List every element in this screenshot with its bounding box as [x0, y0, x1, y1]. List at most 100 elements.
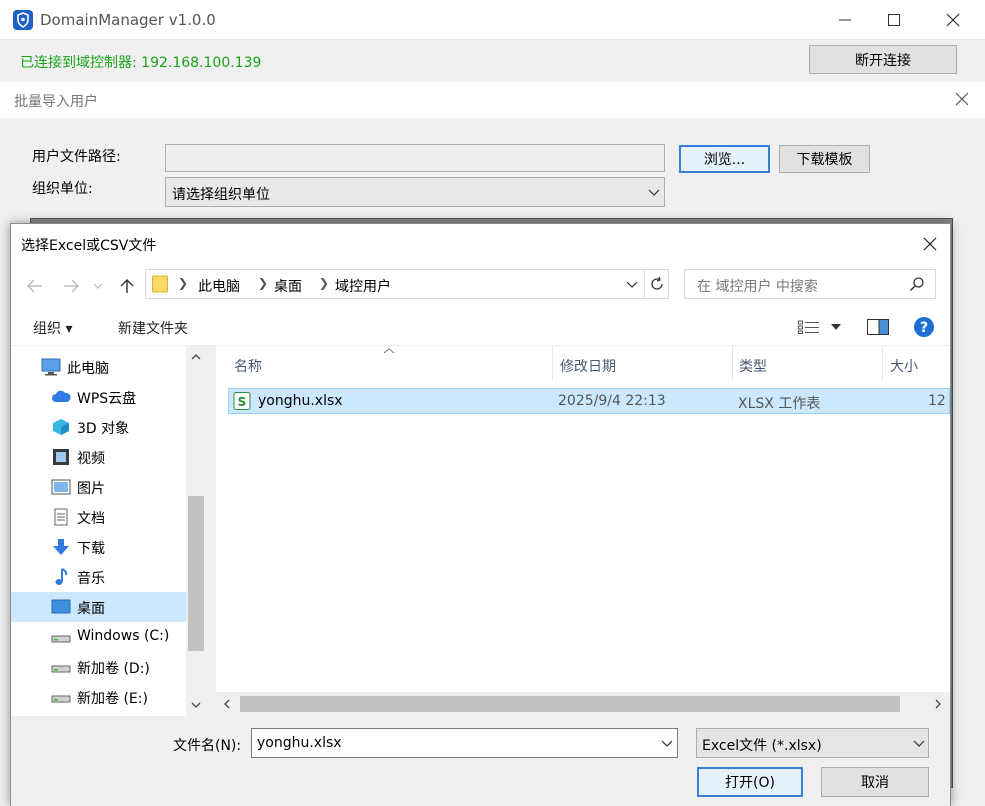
cancel-button[interactable]: 取消 [821, 767, 929, 797]
sidebar-item-label: WPS云盘 [77, 391, 137, 407]
chevron-down-icon[interactable] [831, 324, 841, 330]
recent-locations-button[interactable] [91, 276, 105, 296]
arrow-up-icon [120, 279, 134, 293]
help-icon[interactable]: ? [913, 316, 935, 338]
drive-icon [51, 658, 71, 676]
minimize-button[interactable] [817, 0, 873, 40]
filename-input[interactable]: yonghu.xlsx [251, 728, 678, 758]
batch-close-button[interactable] [953, 90, 971, 108]
command-bar: 组织 ▾ 新建文件夹 ? [11, 308, 950, 346]
sidebar-item[interactable]: 桌面 [11, 592, 186, 622]
refresh-icon[interactable] [649, 276, 665, 292]
breadcrumb-separator-icon: ❯ [319, 276, 330, 290]
file-list-horizontal-scrollbar[interactable] [216, 692, 950, 716]
app-close-button[interactable] [925, 0, 981, 40]
column-divider [732, 346, 733, 380]
video-icon [51, 448, 71, 466]
domain-manager-window: DomainManager v1.0.0 已连接到域控制器: 192.168.1… [0, 0, 985, 806]
close-icon [923, 237, 937, 251]
horizontal-scrollbar-thumb[interactable] [240, 696, 900, 712]
sidebar-item[interactable]: Windows (C:) [11, 622, 186, 652]
breadcrumb-domain-users[interactable]: 域控用户 [335, 276, 391, 296]
close-icon [955, 92, 969, 106]
sidebar-item-label: 文档 [77, 511, 105, 527]
column-header-modified[interactable]: 修改日期 [560, 356, 616, 376]
chevron-down-icon [93, 283, 103, 289]
file-name: yonghu.xlsx [258, 393, 343, 409]
xlsx-file-icon: S [233, 392, 251, 410]
download-template-button[interactable]: 下载模板 [779, 145, 870, 173]
address-bar[interactable]: ❯ 此电脑 ❯ 桌面 ❯ 域控用户 [145, 269, 669, 299]
org-unit-select[interactable]: 请选择组织单位 [165, 177, 665, 207]
org-unit-label: 组织单位: [32, 181, 93, 197]
app-title: DomainManager v1.0.0 [40, 11, 216, 29]
batch-import-titlebar: 批量导入用户 [0, 82, 985, 118]
sidebar-item[interactable]: 此电脑 [11, 352, 186, 382]
file-row[interactable]: S yonghu.xlsx 2025/9/4 22:13 XLSX 工作表 12 [228, 388, 950, 414]
music-icon [51, 568, 71, 586]
chevron-down-icon[interactable] [626, 281, 638, 289]
maximize-icon [888, 14, 900, 26]
navigation-scrollbar-thumb[interactable] [188, 496, 204, 651]
forward-button[interactable] [61, 276, 81, 296]
sidebar-item[interactable]: 图片 [11, 472, 186, 502]
search-icon [909, 277, 924, 292]
svg-text:S: S [238, 395, 247, 409]
chevron-up-icon[interactable] [191, 354, 201, 360]
sidebar-item[interactable]: 音乐 [11, 562, 186, 592]
chevron-left-icon[interactable] [224, 699, 230, 709]
connection-status: 已连接到域控制器: 192.168.100.139 [20, 55, 262, 71]
back-button[interactable] [25, 276, 45, 296]
sidebar-item[interactable]: 文档 [11, 502, 186, 532]
column-header-size[interactable]: 大小 [890, 356, 918, 376]
chevron-down-icon[interactable] [661, 740, 673, 748]
breadcrumb-desktop[interactable]: 桌面 [274, 276, 302, 296]
sidebar-item[interactable]: 视频 [11, 442, 186, 472]
search-box[interactable]: 在 域控用户 中搜索 [684, 269, 936, 299]
file-size: 12 [928, 393, 946, 409]
sidebar-item-label: 3D 对象 [77, 421, 130, 437]
disconnect-button[interactable]: 断开连接 [809, 45, 957, 74]
sidebar-item[interactable]: 新加卷 (D:) [11, 652, 186, 682]
breadcrumb-this-pc[interactable]: 此电脑 [198, 276, 240, 296]
connection-bar: 已连接到域控制器: 192.168.100.139 断开连接 [0, 40, 985, 80]
cube-icon [51, 418, 71, 436]
chevron-down-icon [648, 189, 660, 196]
sort-ascending-icon [383, 348, 395, 354]
chevron-right-icon[interactable] [935, 699, 941, 709]
sidebar-item[interactable]: WPS云盘 [11, 382, 186, 412]
cloud-icon [51, 388, 71, 406]
filename-label: 文件名(N): [173, 738, 242, 754]
file-open-dialog: 选择Excel或CSV文件 ❯ 此电脑 ❯ 桌面 ❯ 域控用户 在 域控用户 中… [10, 223, 951, 806]
column-header-name[interactable]: 名称 [234, 356, 262, 376]
folder-icon [152, 275, 168, 293]
minimize-icon [839, 19, 851, 21]
search-placeholder: 在 域控用户 中搜索 [697, 279, 818, 295]
browse-button[interactable]: 浏览... [679, 145, 770, 173]
column-divider [882, 346, 883, 380]
column-header-type[interactable]: 类型 [739, 356, 767, 376]
file-type-filter[interactable]: Excel文件 (*.xlsx) [696, 728, 929, 758]
organize-menu[interactable]: 组织 ▾ [33, 318, 72, 338]
file-dialog-close-button[interactable] [922, 236, 938, 252]
sidebar-item-label: 桌面 [77, 601, 105, 617]
sidebar-item[interactable]: 新加卷 (E:) [11, 682, 186, 712]
preview-pane-icon[interactable] [867, 319, 889, 335]
sidebar-item-label: 音乐 [77, 571, 105, 587]
open-button[interactable]: 打开(O) [697, 767, 803, 797]
sidebar-item[interactable]: 下载 [11, 532, 186, 562]
sidebar-item-label: Windows (C:) [77, 628, 170, 644]
sidebar-item[interactable]: 3D 对象 [11, 412, 186, 442]
view-options-icon[interactable] [798, 320, 820, 334]
new-folder-button[interactable]: 新建文件夹 [118, 318, 188, 338]
drive-icon [51, 628, 71, 646]
file-type: XLSX 工作表 [738, 396, 821, 412]
chevron-down-icon[interactable] [191, 702, 201, 708]
file-path-input[interactable] [165, 144, 665, 172]
file-modified: 2025/9/4 22:13 [558, 393, 666, 409]
maximize-button[interactable] [866, 0, 922, 40]
sidebar-item-label: 图片 [77, 481, 105, 497]
up-button[interactable] [117, 276, 137, 296]
desktop-icon [51, 598, 71, 616]
computer-icon [41, 358, 61, 376]
